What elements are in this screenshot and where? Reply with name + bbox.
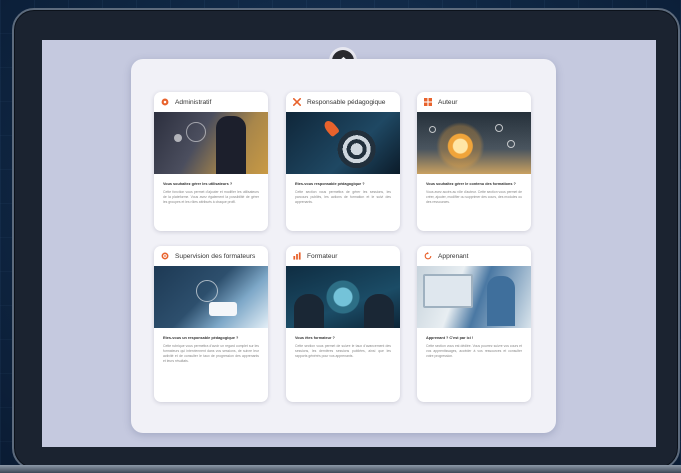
- card-header: Administratif: [154, 92, 268, 112]
- card-administratif[interactable]: Administratif Vous souhaitez gérer les u…: [154, 92, 268, 231]
- card-description: Vous avez accès au rôle d'auteur. Cette …: [426, 189, 522, 204]
- grid-icon: [424, 98, 432, 106]
- card-apprenant[interactable]: Apprenant Apprenant ? C'est par ici ! Ce…: [417, 246, 531, 402]
- card-description: Cette section vous permet de suivre le t…: [295, 343, 391, 358]
- card-title: Responsable pédagogique: [307, 98, 386, 106]
- role-panel: Administratif Vous souhaitez gérer les u…: [131, 59, 556, 433]
- card-title: Administratif: [175, 98, 212, 106]
- tools-icon: [293, 98, 301, 106]
- card-formateur[interactable]: Formateur Vous êtes formateur ? Cette se…: [286, 246, 400, 402]
- card-responsable-pedagogique[interactable]: Responsable pédagogique Etes-vous respon…: [286, 92, 400, 231]
- card-description: Cette section vous est dédiée. Vous pour…: [426, 343, 522, 358]
- laptop-base: [0, 465, 681, 473]
- card-question: Vous êtes formateur ?: [295, 336, 335, 340]
- card-title: Auteur: [438, 98, 458, 106]
- refresh-icon: [424, 252, 432, 260]
- card-header: Supervision des formateurs: [154, 246, 268, 266]
- card-header: Responsable pédagogique: [286, 92, 400, 112]
- learner-image: [417, 266, 531, 328]
- target-icon: [161, 252, 169, 260]
- card-description: Cette section vous permettra de gérer le…: [295, 189, 391, 204]
- card-title: Formateur: [307, 252, 338, 260]
- card-question: Etes-vous un responsable pédagogique ?: [163, 336, 239, 340]
- card-description: Cette fonction vous permet d'ajouter et …: [163, 189, 259, 204]
- target-image: [286, 112, 400, 174]
- lightbulb-image: [417, 112, 531, 174]
- admin-icon: [161, 98, 169, 106]
- card-question: Etes-vous responsable pédagogique ?: [295, 182, 365, 186]
- card-header: Formateur: [286, 246, 400, 266]
- card-header: Apprenant: [417, 246, 531, 266]
- admin-image: [154, 112, 268, 174]
- card-header: Auteur: [417, 92, 531, 112]
- card-title: Apprenant: [438, 252, 469, 260]
- screen: Administratif Vous souhaitez gérer les u…: [42, 40, 656, 447]
- meeting-image: [154, 266, 268, 328]
- card-auteur[interactable]: Auteur Vous souhaitez gérer le contenu d…: [417, 92, 531, 231]
- card-supervision-formateurs[interactable]: Supervision des formateurs Etes-vous un …: [154, 246, 268, 402]
- card-title: Supervision des formateurs: [175, 252, 256, 260]
- card-question: Apprenant ? C'est par ici !: [426, 336, 474, 340]
- trainer-image: [286, 266, 400, 328]
- card-description: Cette rubrique vous permettra d'avoir un…: [163, 343, 259, 363]
- chart-icon: [293, 252, 301, 260]
- card-question: Vous souhaitez gérer les utilisateurs ?: [163, 182, 233, 186]
- card-question: Vous souhaitez gérer le contenu des form…: [426, 182, 516, 186]
